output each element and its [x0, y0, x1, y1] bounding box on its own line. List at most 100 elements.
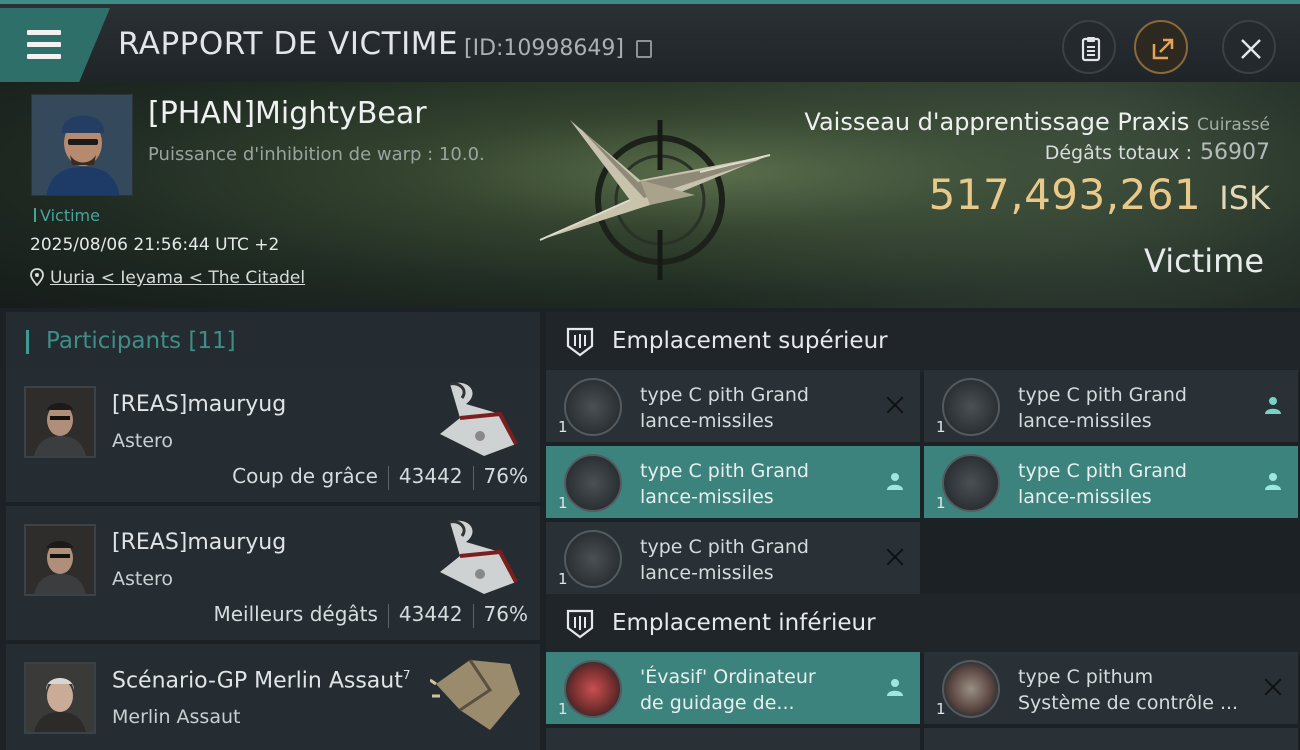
control-system-icon: [942, 660, 1000, 718]
item-name-line2: lance-missiles: [640, 562, 774, 584]
launcher-icon: [564, 530, 622, 588]
clipboard-icon: [1081, 37, 1101, 62]
participant-portrait: [26, 526, 94, 594]
ship-name: Vaisseau d'apprentissage Praxis Cuirassé: [804, 108, 1270, 136]
fitting-item[interactable]: [924, 728, 1298, 750]
participant-portrait: [26, 388, 94, 456]
page-title: RAPPORT DE VICTIME: [118, 26, 459, 62]
participant-name-text: Scénario-GP Merlin Assaut: [112, 668, 403, 694]
item-name-line2: lance-missiles: [640, 410, 774, 432]
share-icon: [1152, 38, 1174, 60]
participant-name: [REAS]mauryug: [112, 392, 287, 417]
participants-count: [11]: [188, 328, 236, 354]
participant-name: [REAS]mauryug: [112, 530, 287, 555]
participant-ship: Astero: [112, 430, 174, 452]
item-name-line2: lance-missiles: [1018, 410, 1152, 432]
fitting-item[interactable]: [546, 728, 920, 750]
fitting-item[interactable]: 1 type C pith Grand lance-missiles: [546, 446, 920, 518]
item-name-line2: de guidage de...: [640, 692, 795, 714]
close-icon: [1241, 39, 1261, 59]
item-quantity: 1: [558, 494, 568, 512]
participant-percent: 76%: [483, 464, 528, 488]
launcher-icon: [564, 454, 622, 512]
item-name-line1: type C pith Grand: [640, 536, 809, 558]
menu-icon-bar: [27, 42, 61, 47]
participant-row[interactable]: [REAS]mauryug Astero Meilleurs dégâts 434…: [6, 506, 540, 640]
launcher-icon: [942, 378, 1000, 436]
victim-summary: [PHAN]MightyBear Puissance d'inhibition …: [0, 82, 1300, 308]
item-name-line1: type C pith Grand: [1018, 460, 1187, 482]
fitting-panel: Emplacement supérieur 1 type C pith Gran…: [540, 308, 1300, 750]
tag-accent: [34, 208, 36, 222]
fitting-item[interactable]: 1 type C pith Grand lance-missiles: [546, 522, 920, 594]
participant-stat-label: Coup de grâce: [232, 464, 378, 488]
victim-avatar[interactable]: [31, 94, 133, 196]
report-id: [ID:10998649]: [464, 36, 624, 61]
location-link[interactable]: Uuria < Ieyama < The Citadel: [50, 268, 305, 288]
participant-stats: Coup de grâce 43442 76%: [232, 464, 528, 490]
launcher-icon: [564, 378, 622, 436]
participant-stat-label: Meilleurs dégâts: [213, 602, 378, 626]
stat-separator: [472, 465, 474, 490]
item-name-line2: Système de contrôle ...: [1018, 692, 1239, 714]
participant-name: Scénario-GP Merlin Assaut7: [112, 668, 411, 693]
item-quantity: 1: [936, 418, 946, 436]
item-name-line2: lance-missiles: [640, 486, 774, 508]
person-icon: [1265, 397, 1281, 414]
destroyed-icon: [884, 394, 906, 416]
item-name-line1: type C pithum: [1018, 666, 1154, 688]
isk-value: 517,493,261 ISK: [929, 170, 1270, 219]
item-quantity: 1: [936, 494, 946, 512]
fitting-item[interactable]: 1 type C pith Grand lance-missiles: [924, 446, 1298, 518]
participants-title: Participants [11]: [46, 328, 236, 354]
participant-damage: 43442: [398, 464, 463, 488]
participant-ship-image: [440, 382, 518, 456]
item-quantity: 1: [558, 570, 568, 588]
menu-button[interactable]: [0, 8, 110, 82]
item-name-line1: type C pith Grand: [1018, 384, 1187, 406]
menu-icon: [27, 30, 61, 35]
item-quantity: 1: [558, 418, 568, 436]
ship-name-text: Vaisseau d'apprentissage Praxis: [804, 108, 1190, 136]
participant-avatar[interactable]: [24, 662, 96, 734]
participant-avatar[interactable]: [24, 524, 96, 596]
total-damage: Dégâts totaux : 56907: [1045, 140, 1270, 165]
item-quantity: 1: [936, 700, 946, 718]
fitting-item[interactable]: 1 type C pithum Système de contrôle ...: [924, 652, 1298, 724]
participant-ship: Astero: [112, 568, 174, 590]
item-quantity: 1: [558, 700, 568, 718]
person-icon: [887, 473, 903, 490]
fitting-item[interactable]: 1 'Évasif' Ordinateur de guidage de...: [546, 652, 920, 724]
high-slot-icon: [566, 327, 594, 357]
close-button[interactable]: [1222, 20, 1276, 74]
victim-location[interactable]: Uuria < Ieyama < The Citadel: [30, 268, 305, 288]
participant-ship: Merlin Assaut: [112, 706, 241, 728]
participant-damage: 43442: [398, 602, 463, 626]
low-slot-icon: [566, 609, 594, 639]
guidance-computer-icon: [564, 660, 622, 718]
victim-ship-image: [539, 120, 771, 280]
menu-icon-bar: [27, 54, 61, 59]
fitting-item[interactable]: 1 type C pith Grand lance-missiles: [546, 370, 920, 442]
stat-separator: [387, 603, 389, 628]
fitting-item[interactable]: 1 type C pith Grand lance-missiles: [924, 370, 1298, 442]
item-name-line1: type C pith Grand: [640, 384, 809, 406]
victim-tag: Victime: [34, 206, 100, 225]
high-slot-title: Emplacement supérieur: [612, 328, 888, 354]
victim-name: [PHAN]MightyBear: [148, 96, 427, 131]
clipboard-button[interactable]: [1062, 20, 1116, 74]
victim-role: Victime: [1144, 242, 1264, 280]
share-button[interactable]: [1134, 20, 1188, 74]
participant-avatar[interactable]: [24, 386, 96, 458]
participant-row[interactable]: Scénario-GP Merlin Assaut7 Merlin Assaut: [6, 644, 540, 750]
participants-title-text: Participants: [46, 328, 182, 354]
low-slot-title: Emplacement inférieur: [612, 610, 876, 636]
destroyed-icon: [1262, 676, 1284, 698]
destroyed-icon: [884, 546, 906, 568]
participant-ship-image: [430, 659, 520, 730]
total-damage-value: 56907: [1200, 140, 1270, 165]
item-name-line1: 'Évasif' Ordinateur: [640, 666, 816, 688]
copy-icon[interactable]: [636, 40, 652, 58]
participant-row[interactable]: [REAS]mauryug Astero Coup de grâce 43442 7…: [6, 368, 540, 502]
participant-percent: 76%: [483, 602, 528, 626]
